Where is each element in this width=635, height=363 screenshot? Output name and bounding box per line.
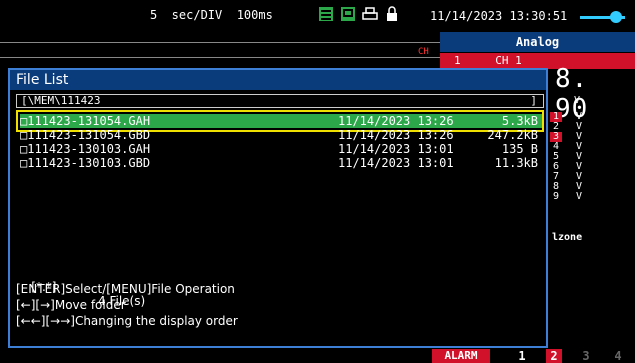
channel-row[interactable]: 1V — [550, 112, 635, 122]
file-list-dialog: File List [\MEM\111423 ] □111423-131054.… — [8, 68, 548, 348]
clock: 11/14/2023 13:30:51 — [430, 9, 568, 23]
file-size: 11.3kB — [494, 156, 538, 170]
lock-icon — [387, 6, 397, 21]
file-size: 5.3kB — [501, 114, 538, 128]
zone-label: lzone — [552, 232, 583, 243]
help-move-folder: [←][→]Move folder — [16, 298, 126, 312]
channel-row-number: 9 — [550, 192, 562, 202]
screen-icon — [341, 7, 355, 21]
memory-icon — [319, 7, 333, 21]
file-size: 135 B — [501, 142, 538, 156]
channel-row[interactable]: 9V — [550, 192, 635, 202]
file-row[interactable]: □111423-130103.GBD 11/14/2023 13:01 11.3kB — [20, 156, 542, 170]
file-name: □111423-130103.GBD — [20, 156, 151, 170]
help-sort-order: [←←][→→]Changing the display order — [16, 314, 238, 328]
print-icon — [362, 7, 378, 20]
file-date: 11/14/2023 13:01 — [338, 156, 454, 170]
file-date: 11/14/2023 13:26 — [338, 114, 454, 128]
alarm-channel: 1 — [514, 349, 530, 363]
file-date: 11/14/2023 13:26 — [338, 128, 454, 142]
file-row[interactable]: □111423-131054.GAH 11/14/2023 13:26 5.3kB — [20, 114, 542, 128]
channel-row[interactable]: 5V — [550, 152, 635, 162]
channel-row[interactable]: 2V — [550, 122, 635, 132]
dialog-title: File List — [10, 70, 546, 90]
folder-path-bracket: ] — [530, 94, 537, 107]
timebase-readout[interactable]: 5 sec/DIV 100ms — [150, 8, 273, 22]
channel-row[interactable]: 8V — [550, 182, 635, 192]
file-size: 247.2kB — [487, 128, 538, 142]
file-name: □111423-131054.GAH — [20, 114, 151, 128]
alarm-channel: 2 — [546, 349, 562, 363]
file-name: □111423-131054.GBD — [20, 128, 151, 142]
mode-header[interactable]: Analog — [440, 32, 635, 52]
channel-number: 1 — [454, 54, 461, 67]
status-icons — [318, 6, 400, 22]
channel-row-unit: V — [576, 191, 583, 202]
channel-row[interactable]: 6V — [550, 162, 635, 172]
file-row[interactable]: □111423-131054.GBD 11/14/2023 13:26 247.2k… — [20, 128, 542, 142]
alarm-indicator: ALARM — [432, 349, 490, 363]
help-select: [ENTER]Select/[MENU]File Operation — [16, 282, 235, 296]
file-date: 11/14/2023 13:01 — [338, 142, 454, 156]
channel-row[interactable]: 4V — [550, 142, 635, 152]
folder-path-text: [\MEM\111423 — [21, 94, 101, 107]
value-unit: V — [574, 95, 581, 106]
trigger-level-marker — [610, 11, 622, 23]
channel-marker: CH — [418, 47, 429, 57]
alarm-channel: 4 — [610, 349, 626, 363]
channel-row[interactable]: 3V — [550, 132, 635, 142]
waveform-strip — [0, 42, 440, 58]
file-row[interactable]: □111423-130103.GAH 11/14/2023 13:01 135 B — [20, 142, 542, 156]
alarm-channel: 3 — [578, 349, 594, 363]
channel-label: CH 1 — [495, 54, 522, 67]
channel-row[interactable]: 7V — [550, 172, 635, 182]
folder-path: [\MEM\111423 ] — [16, 94, 544, 108]
file-name: □111423-130103.GAH — [20, 142, 151, 156]
